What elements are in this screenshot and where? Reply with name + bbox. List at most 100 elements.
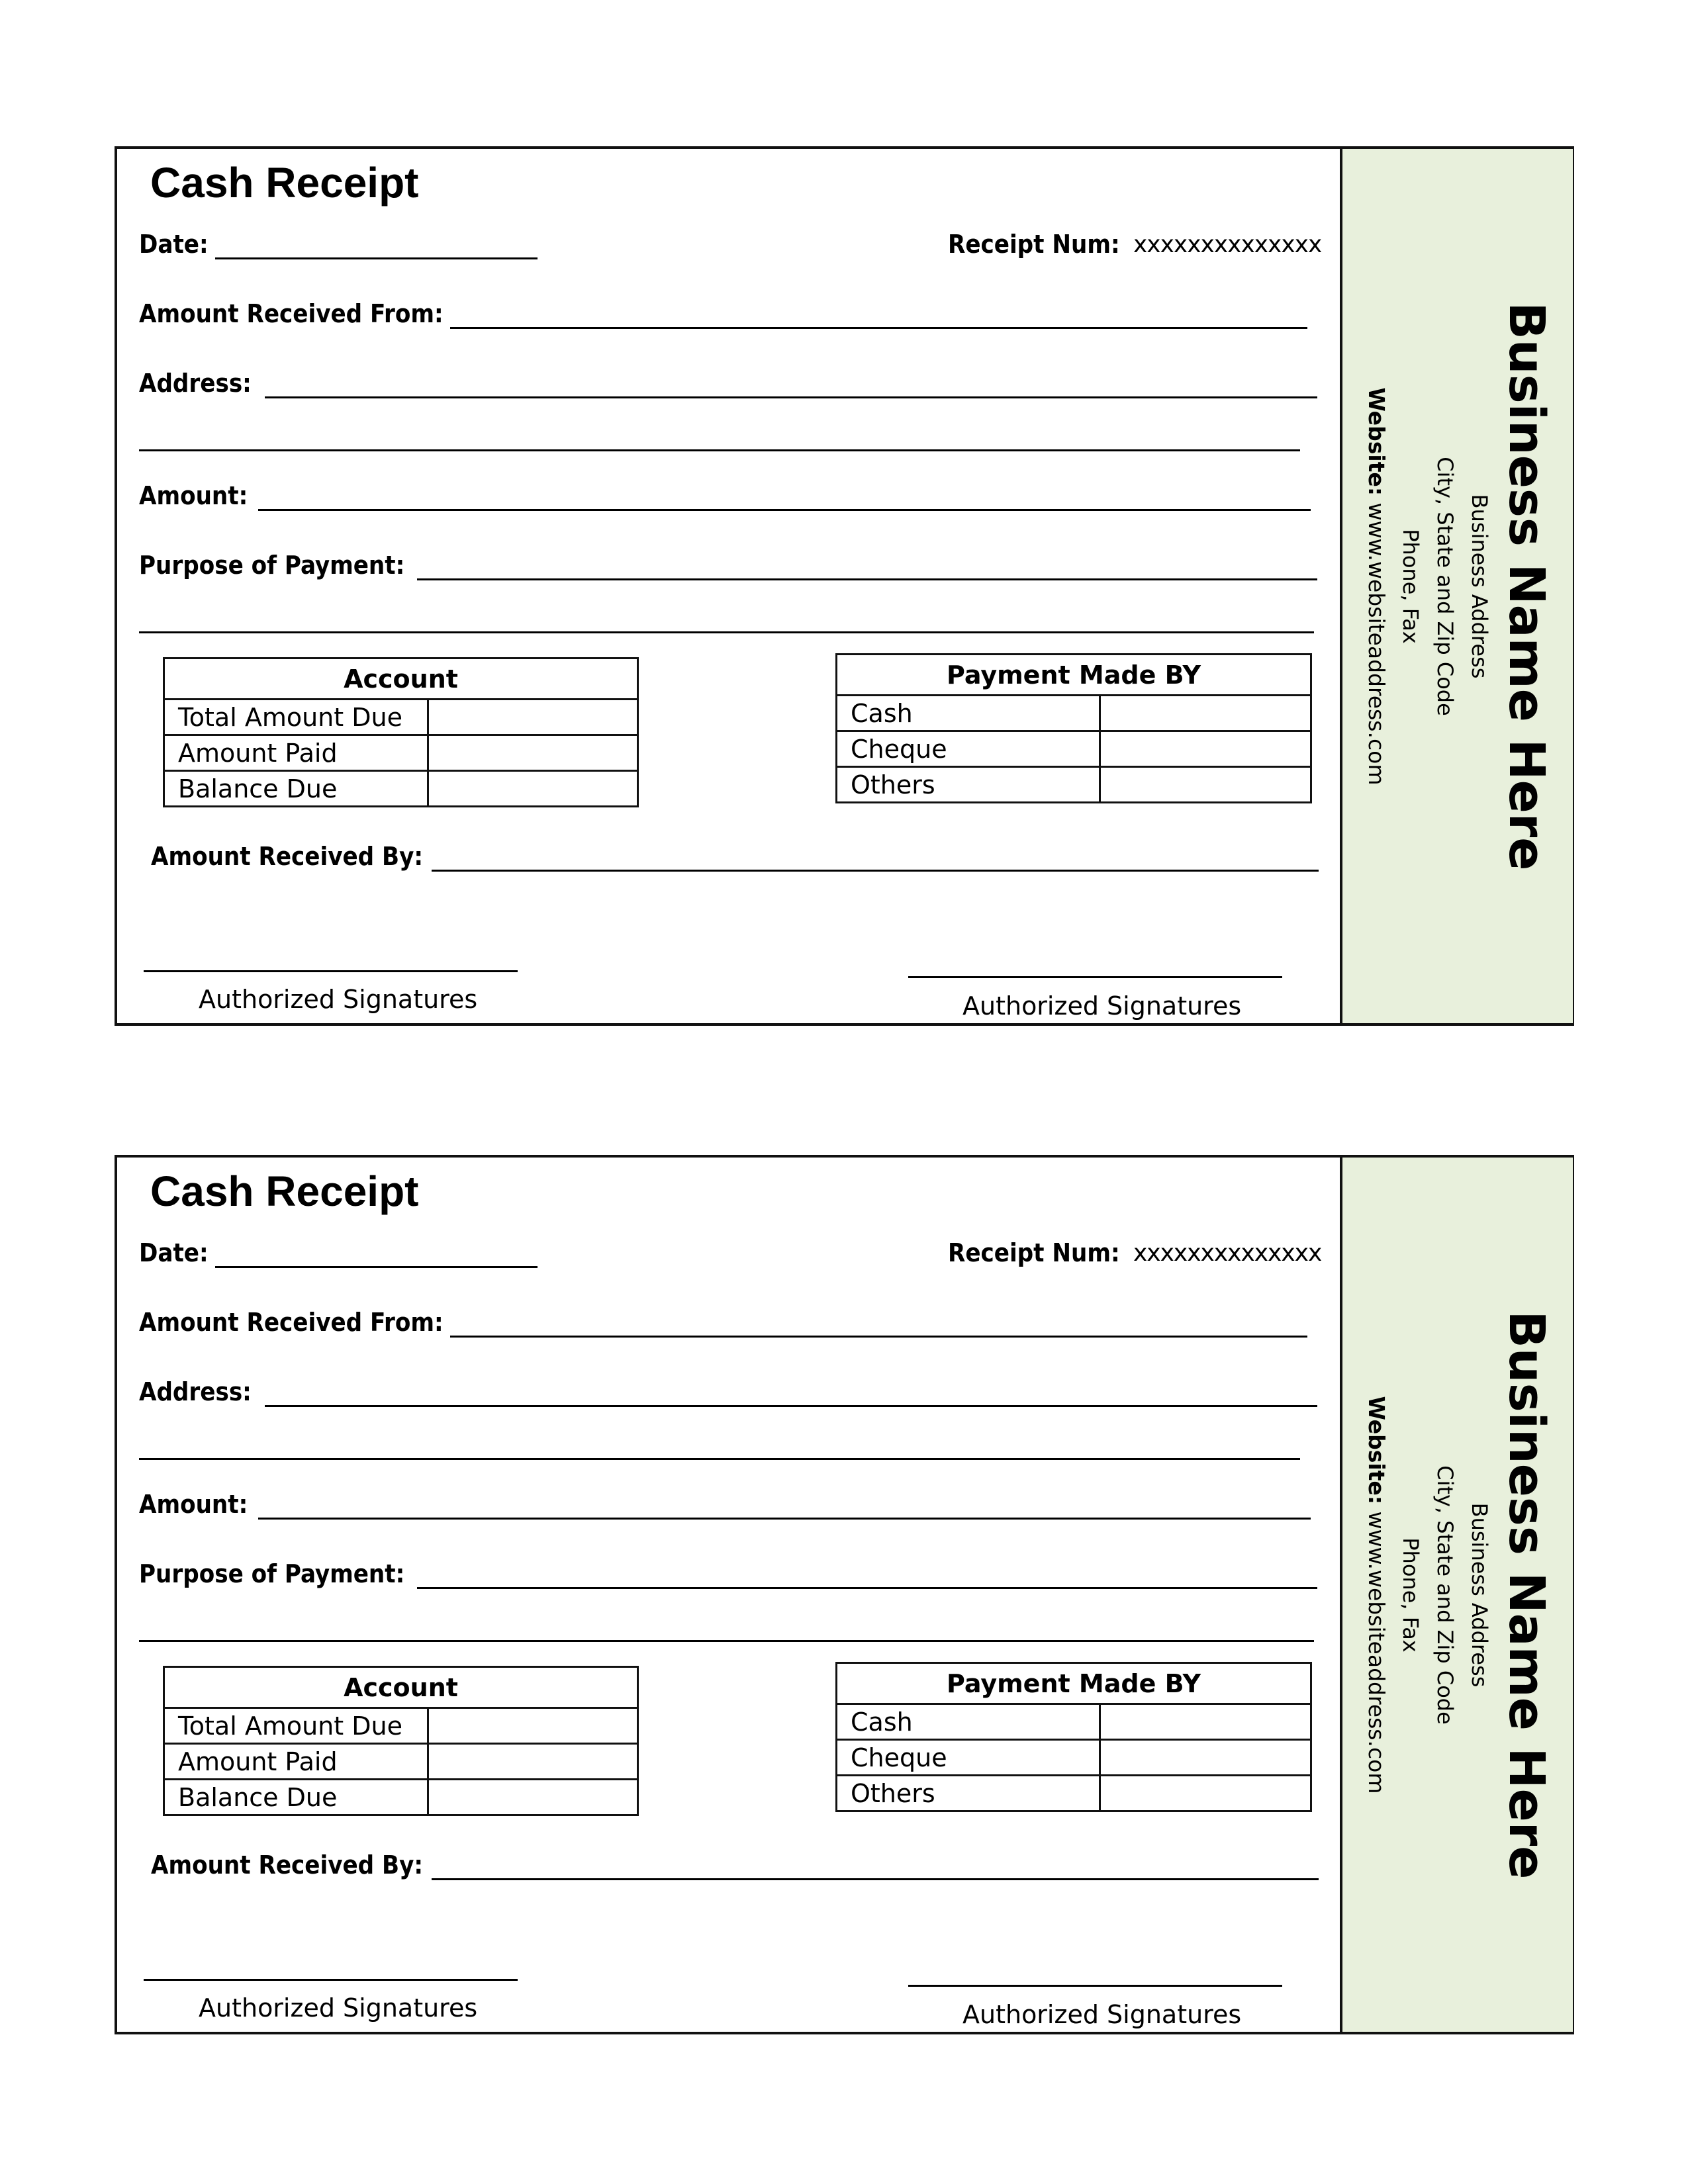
payment-row-label: Cash [835,1703,1101,1741]
business-website: Website: www.websiteaddress.com [1359,1231,1393,1959]
website-label: Website: [1364,387,1389,496]
signature-label-left: Authorized Signatures [199,1993,478,2023]
account-row-value[interactable] [427,770,639,807]
account-row-value[interactable] [427,1743,639,1780]
received-by-field[interactable] [432,870,1319,872]
account-row-label: Amount Paid [163,1743,429,1780]
website-value[interactable]: www.websiteaddress.com [1364,1511,1389,1794]
signature-line-left[interactable] [144,970,518,972]
payment-row-value[interactable] [1099,694,1312,732]
table-row: Amount Paid [163,1743,639,1780]
signature-label-left: Authorized Signatures [199,985,478,1014]
payment-row-value[interactable] [1099,730,1312,768]
account-row-value[interactable] [427,1778,639,1816]
table-row: Cash [835,694,1312,732]
business-info-panel: Business Name Here Business Address City… [1340,1158,1573,2032]
receipt-title: Cash Receipt [150,1167,419,1215]
table-row: Others [835,766,1312,803]
amount-field[interactable] [258,509,1311,511]
account-row-value[interactable] [427,734,639,772]
received-from-label: Amount Received From: [139,299,444,328]
date-field[interactable] [215,257,538,259]
account-table: Account Total Amount Due Amount Paid Bal… [163,657,639,807]
payment-row-value[interactable] [1099,1703,1312,1741]
business-name: Business Name Here [1498,1310,1555,1879]
address-label: Address: [139,1377,252,1406]
received-from-label: Amount Received From: [139,1308,444,1337]
payment-row-label: Cheque [835,730,1101,768]
table-row: Cash [835,1703,1312,1741]
account-table: Account Total Amount Due Amount Paid Bal… [163,1666,639,1816]
table-row: Cheque [835,1739,1312,1776]
business-city-state-zip: City, State and Zip Code [1432,456,1458,716]
purpose-field-line-1[interactable] [417,1587,1317,1589]
purpose-field-line-2[interactable] [139,1640,1314,1642]
payment-row-label: Others [835,766,1101,803]
account-table-header: Account [163,657,639,700]
payment-row-label: Others [835,1774,1101,1812]
signature-line-right[interactable] [908,1985,1282,1987]
signature-label-right: Authorized Signatures [962,991,1242,1021]
purpose-label: Purpose of Payment: [139,1559,405,1588]
purpose-field-line-1[interactable] [417,578,1317,580]
business-name: Business Name Here [1498,302,1555,870]
receipt-num-value: xxxxxxxxxxxxxx [1133,1240,1322,1267]
purpose-field-line-2[interactable] [139,631,1314,633]
amount-label: Amount: [139,1490,248,1519]
payment-method-table: Payment Made BY Cash Cheque Others [835,1662,1312,1812]
cash-receipt: Cash Receipt Date: Receipt Num: xxxxxxxx… [115,1155,1574,2034]
receipt-title: Cash Receipt [150,159,419,206]
payment-table-header: Payment Made BY [835,653,1312,696]
table-row: Total Amount Due [163,698,639,736]
amount-field[interactable] [258,1518,1311,1520]
received-by-label: Amount Received By: [151,1850,424,1880]
date-label: Date: [139,230,209,259]
receipt-num-value: xxxxxxxxxxxxxx [1133,231,1322,258]
table-row: Balance Due [163,1778,639,1816]
business-address: Business Address [1467,1502,1492,1687]
account-row-label: Balance Due [163,770,429,807]
business-city-state-zip: City, State and Zip Code [1432,1465,1458,1725]
table-row: Balance Due [163,770,639,807]
account-row-label: Amount Paid [163,734,429,772]
received-from-field[interactable] [450,1336,1307,1338]
payment-row-value[interactable] [1099,1774,1312,1812]
website-value[interactable]: www.websiteaddress.com [1364,502,1389,785]
received-by-field[interactable] [432,1878,1319,1880]
payment-table-header: Payment Made BY [835,1662,1312,1705]
payment-row-label: Cheque [835,1739,1101,1776]
amount-label: Amount: [139,481,248,510]
business-phone-fax: Phone, Fax [1398,1537,1423,1653]
table-row: Total Amount Due [163,1707,639,1745]
business-info-panel: Business Name Here Business Address City… [1340,149,1573,1023]
payment-row-label: Cash [835,694,1101,732]
account-row-label: Balance Due [163,1778,429,1816]
payment-method-table: Payment Made BY Cash Cheque Others [835,653,1312,803]
table-row: Cheque [835,730,1312,768]
date-field[interactable] [215,1266,538,1268]
business-phone-fax: Phone, Fax [1398,528,1423,644]
signature-line-right[interactable] [908,976,1282,978]
payment-row-value[interactable] [1099,1739,1312,1776]
account-row-label: Total Amount Due [163,1707,429,1745]
website-label: Website: [1364,1396,1389,1504]
signature-label-right: Authorized Signatures [962,2000,1242,2029]
address-field-line-2[interactable] [139,1458,1300,1460]
business-address: Business Address [1467,494,1492,678]
signature-line-left[interactable] [144,1979,518,1981]
address-field-line-1[interactable] [265,1405,1317,1407]
receipt-num-label: Receipt Num: [948,1238,1120,1267]
account-row-value[interactable] [427,698,639,736]
business-website: Website: www.websiteaddress.com [1359,222,1393,950]
cash-receipt: Cash Receipt Date: Receipt Num: xxxxxxxx… [115,146,1574,1026]
purpose-label: Purpose of Payment: [139,551,405,580]
payment-row-value[interactable] [1099,766,1312,803]
received-from-field[interactable] [450,327,1307,329]
address-field-line-2[interactable] [139,449,1300,451]
account-row-value[interactable] [427,1707,639,1745]
date-label: Date: [139,1238,209,1267]
address-field-line-1[interactable] [265,396,1317,398]
table-row: Amount Paid [163,734,639,772]
account-table-header: Account [163,1666,639,1709]
address-label: Address: [139,369,252,398]
